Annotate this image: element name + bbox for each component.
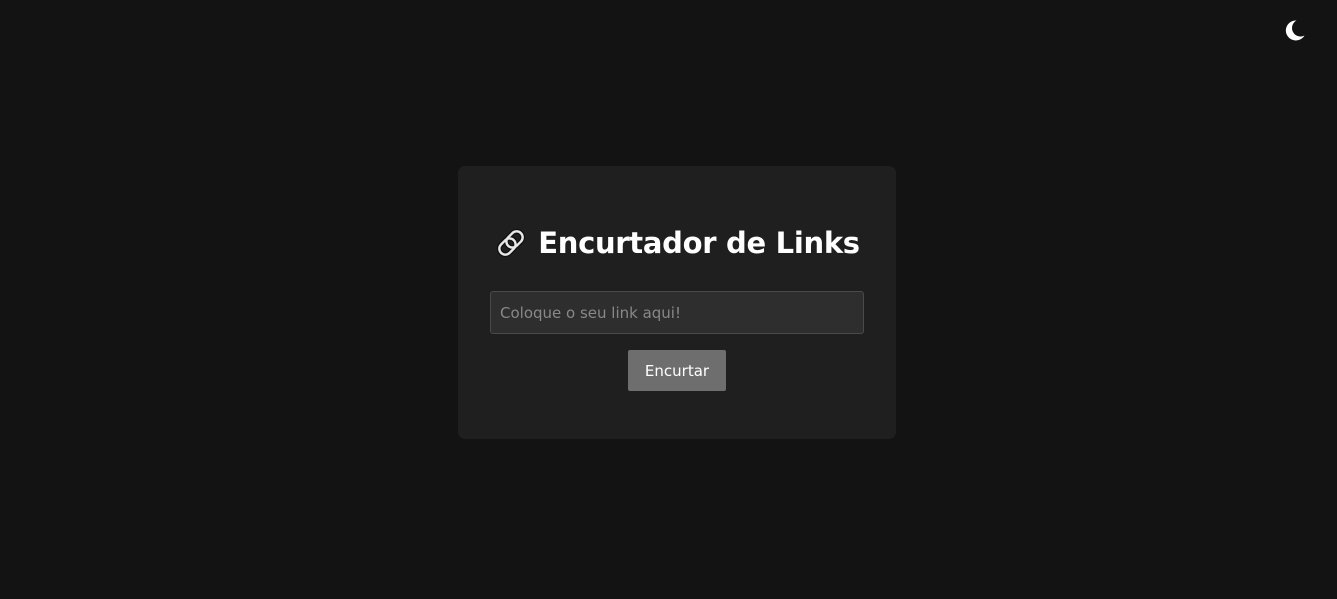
page: Encurtador de Links Encurtar: [0, 0, 1337, 599]
shortener-card: Encurtador de Links Encurtar: [458, 166, 896, 439]
link-icon: [494, 226, 528, 260]
page-title: Encurtador de Links: [538, 226, 860, 260]
shorten-button[interactable]: Encurtar: [628, 350, 726, 391]
card-header: Encurtador de Links: [458, 221, 896, 265]
link-input[interactable]: [490, 291, 864, 334]
theme-toggle-button[interactable]: [1281, 17, 1307, 43]
moon-icon: [1281, 17, 1307, 43]
